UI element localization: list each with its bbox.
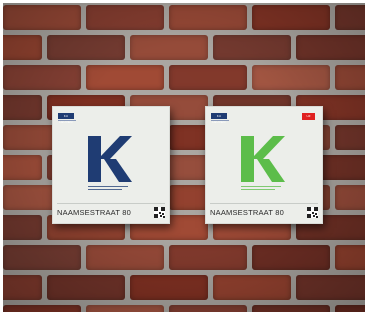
brick [335, 125, 365, 150]
brick [213, 275, 291, 300]
brick [169, 5, 247, 30]
brick [3, 35, 42, 60]
brick [169, 65, 247, 90]
brick [296, 275, 365, 300]
qr-code-icon [307, 206, 318, 218]
brick [3, 305, 81, 312]
brick [252, 5, 330, 30]
brick [335, 65, 365, 90]
brick [252, 245, 330, 270]
brick [86, 65, 164, 90]
left-sign: KU LEUVEN NAAMSESTRAAT 80 [52, 106, 170, 224]
photo-frame: KU LEUVEN NAAMSESTRAAT 80 KU LEUVEN UZ N… [3, 3, 365, 312]
brick [335, 305, 365, 312]
logo-subline [211, 120, 229, 121]
brick [3, 65, 81, 90]
brick [252, 305, 330, 312]
small-print [241, 186, 285, 192]
street-name: NAAMSESTRAAT 80 [210, 207, 284, 217]
brick [213, 35, 291, 60]
brick [169, 245, 247, 270]
brick [335, 185, 365, 210]
brick [47, 275, 125, 300]
brick [335, 245, 365, 270]
brick [3, 215, 42, 240]
ku-leuven-logo: KU LEUVEN [58, 113, 74, 124]
ku-leuven-logo: KU LEUVEN [211, 113, 227, 124]
street-name: NAAMSESTRAAT 80 [57, 207, 131, 217]
qr-code-icon [154, 206, 165, 218]
letter-k-icon [241, 136, 285, 182]
brick [130, 275, 208, 300]
small-print [88, 186, 132, 192]
brick [3, 155, 42, 180]
brick [3, 275, 42, 300]
brick [86, 245, 164, 270]
brick [252, 65, 330, 90]
street-bar: NAAMSESTRAAT 80 [57, 203, 165, 220]
brick [296, 35, 365, 60]
brick [3, 245, 81, 270]
logo-subline [58, 120, 76, 121]
brick [86, 305, 164, 312]
brick [130, 35, 208, 60]
letter-k-icon [88, 136, 132, 182]
brick [3, 5, 81, 30]
brick [47, 35, 125, 60]
brick [3, 95, 42, 120]
brick [169, 305, 247, 312]
brick [335, 5, 365, 30]
uz-tag: UZ [302, 113, 315, 120]
brick [86, 5, 164, 30]
street-bar: NAAMSESTRAAT 80 [210, 203, 318, 220]
right-sign: KU LEUVEN UZ NAAMSESTRAAT 80 [205, 106, 323, 224]
